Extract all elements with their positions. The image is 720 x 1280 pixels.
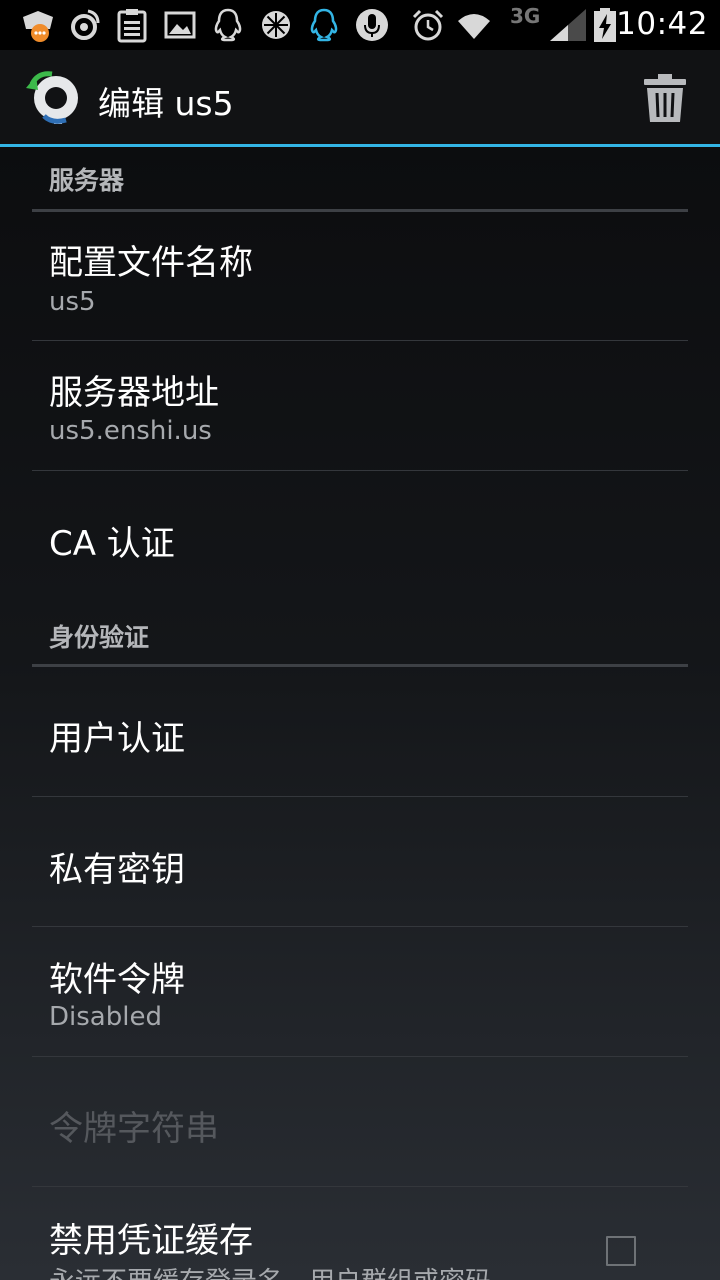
pref-ca-cert[interactable]: CA 认证 — [32, 471, 688, 601]
clock: 10:42 — [616, 6, 708, 42]
pref-profile-name-title: 配置文件名称 — [49, 243, 253, 283]
pref-server-address[interactable]: 服务器地址 us5.enshi.us — [32, 341, 688, 471]
signal-icon — [550, 9, 586, 41]
pref-server-address-title: 服务器地址 — [49, 373, 219, 413]
category-auth: 身份验证 — [32, 601, 688, 667]
pref-token-string: 令牌字符串 — [32, 1057, 688, 1187]
pref-private-key-title: 私有密钥 — [49, 850, 185, 890]
pref-soft-token[interactable]: 软件令牌 Disabled — [32, 927, 688, 1057]
category-server-label: 服务器 — [49, 166, 125, 195]
pref-disable-cache[interactable]: 禁用凭证缓存 永远不要缓存登录名、用户群组或密码 — [32, 1187, 688, 1280]
pref-server-address-summary: us5.enshi.us — [49, 416, 212, 446]
pref-profile-name[interactable]: 配置文件名称 us5 — [32, 209, 688, 341]
image-icon — [164, 11, 196, 39]
settings-list: 服务器 配置文件名称 us5 服务器地址 us5.enshi.us CA 认证 … — [0, 147, 720, 1280]
clipboard-icon — [117, 9, 147, 43]
pref-soft-token-title: 软件令牌 — [49, 960, 185, 1000]
status-bar: 3G 10:42 — [0, 0, 720, 50]
qq-blue-icon — [310, 8, 338, 42]
chat-bubble-icon — [23, 11, 53, 42]
category-server: 服务器 — [32, 147, 688, 212]
pref-disable-cache-title: 禁用凭证缓存 — [49, 1221, 253, 1261]
trash-icon[interactable] — [640, 72, 690, 124]
pref-private-key[interactable]: 私有密钥 — [32, 797, 688, 927]
qq-icon — [214, 8, 242, 42]
pref-user-cert[interactable]: 用户认证 — [32, 667, 688, 797]
orange-slice-icon — [262, 11, 290, 39]
pref-token-string-title: 令牌字符串 — [49, 1109, 219, 1149]
pref-profile-name-summary: us5 — [49, 287, 96, 317]
pref-ca-cert-title: CA 认证 — [49, 524, 175, 564]
microphone-icon — [356, 9, 388, 41]
page-title: 编辑 us5 — [98, 84, 234, 123]
action-bar: 编辑 us5 — [0, 50, 720, 147]
alarm-icon — [412, 9, 444, 41]
weibo-icon — [71, 9, 100, 40]
disable-cache-checkbox[interactable] — [606, 1236, 636, 1266]
pref-disable-cache-summary: 永远不要缓存登录名、用户群组或密码 — [49, 1261, 491, 1280]
wifi-icon — [458, 14, 490, 39]
pref-soft-token-summary: Disabled — [49, 1002, 162, 1032]
openvpn-logo-icon[interactable] — [24, 68, 84, 128]
pref-user-cert-title: 用户认证 — [49, 719, 185, 759]
battery-charging-icon — [594, 8, 616, 42]
category-auth-label: 身份验证 — [49, 623, 150, 652]
network-type-label: 3G — [510, 4, 541, 28]
